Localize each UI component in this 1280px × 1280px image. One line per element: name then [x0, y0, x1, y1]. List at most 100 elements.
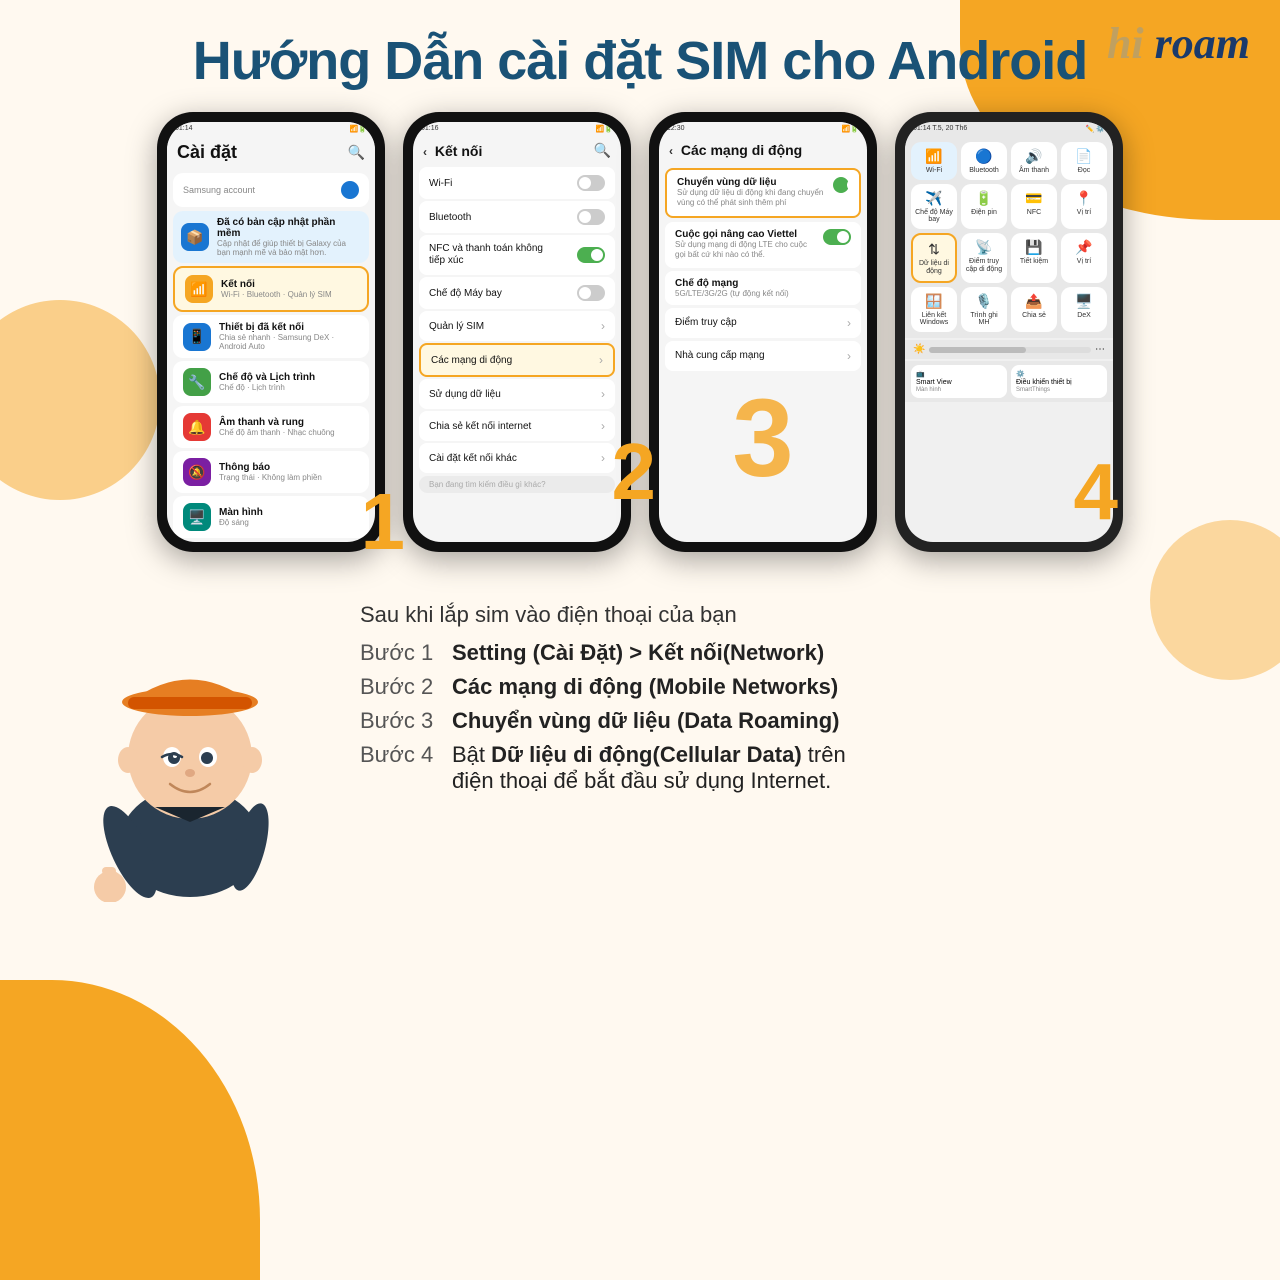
samsung-account-avatar	[341, 181, 359, 199]
qs-doc-icon: 📄	[1075, 148, 1092, 165]
qs-airplane[interactable]: ✈️ Chế độ Máy bay	[911, 184, 957, 229]
back-arrow-icon2[interactable]: ‹	[669, 144, 673, 158]
qs-record[interactable]: 🎙️ Trình ghi MH	[961, 287, 1007, 332]
thongbao-text: Thông báo Trạng thái · Không làm phiền	[219, 462, 322, 482]
qs-pin[interactable]: 📌 Vị trí	[1061, 233, 1107, 283]
qs-save[interactable]: 💾 Tiết kiệm	[1011, 233, 1057, 283]
settings-item-manhinh[interactable]: 🖥️ Màn hình Độ sáng	[173, 496, 369, 538]
qs-wifi[interactable]: 📶 Wi-Fi	[911, 142, 957, 180]
phone4-time: 01:14 T.5, 20 Th6	[913, 125, 967, 133]
settings-item-ketno[interactable]: 📶 Kết nối Wi-Fi · Bluetooth · Quản lý SI…	[173, 266, 369, 312]
phone3-statusbar: 12:30 📶🔋	[659, 122, 867, 136]
phone1-titlebar: Cài đặt 🔍	[167, 136, 375, 169]
setting-mobile-networks[interactable]: Các mạng di động ›	[419, 343, 615, 377]
qs-row3: ⇅ Dữ liệu di động 📡 Điểm truy cập di độn…	[911, 233, 1107, 283]
step-line-4: Bước 4 Bật Dữ liệu di động(Cellular Data…	[360, 742, 1230, 794]
bluetooth-label: Bluetooth	[429, 212, 471, 223]
bottom-section: Sau khi lắp sim vào điện thoại của bạn B…	[30, 582, 1250, 907]
qs-hotspot-icon: 📡	[975, 239, 992, 256]
phone4-wrapper: 01:14 T.5, 20 Th6 ✏️ ⚙️ 📶 Wi-Fi 🔵	[895, 112, 1123, 552]
smart-things[interactable]: ⚙️ Điều khiển thiết bị SmartThings	[1011, 365, 1107, 398]
quick-settings: 📶 Wi-Fi 🔵 Bluetooth 🔊 Âm thanh	[905, 136, 1113, 338]
setting-more[interactable]: Cài đặt kết nối khác ›	[419, 443, 615, 473]
phone2-search-icon[interactable]: 🔍	[594, 142, 611, 159]
qs-battery[interactable]: 🔋 Điện pin	[961, 184, 1007, 229]
setting-network-mode[interactable]: Chế độ mạng 5G/LTE/3G/2G (tự động kết nố…	[665, 271, 861, 305]
phone1-screen: 01:14 📶🔋 Cài đặt 🔍 Samsung account	[167, 122, 375, 542]
settings-item-update[interactable]: 📦 Đã có bản cập nhật phần mềm Cập nhật đ…	[173, 211, 369, 263]
settings-item-cheodo[interactable]: 🔧 Chế độ và Lịch trình Chế độ · Lịch trì…	[173, 361, 369, 403]
phone1-screen-title: Cài đặt	[177, 142, 237, 163]
qs-mobile-data[interactable]: ⇅ Dữ liệu di động	[911, 233, 957, 283]
amthanh-icon: 🔔	[183, 413, 211, 441]
qs-sound-label: Âm thanh	[1019, 167, 1049, 174]
buoc1-desc: Setting (Cài Đặt) > Kết nối(Network)	[452, 640, 824, 666]
setting-data-usage[interactable]: Sử dụng dữ liệu ›	[419, 379, 615, 409]
brightness-more[interactable]: ⋯	[1095, 344, 1105, 355]
samsung-account-text: Samsung account	[183, 185, 255, 195]
qs-dex[interactable]: 🖥️ DeX	[1061, 287, 1107, 332]
setting-airplane[interactable]: Chế độ Máy bay	[419, 277, 615, 309]
smart-view[interactable]: 📺 Smart View Màn hình	[911, 365, 1007, 398]
brightness-area: ☀️ ⋯	[905, 340, 1113, 359]
phone2-time: 01:16	[421, 125, 439, 133]
qs-loc[interactable]: 📍 Vị trí	[1061, 184, 1107, 229]
setting-carrier[interactable]: Nhà cung cấp mạng ›	[665, 341, 861, 371]
qs-nfc-label: NFC	[1027, 209, 1041, 216]
phone1-search-icon[interactable]: 🔍	[348, 144, 365, 161]
brightness-slider[interactable]	[929, 347, 1091, 353]
mobile-networks-arrow: ›	[599, 353, 603, 367]
roaming-toggle[interactable]	[833, 177, 849, 193]
ketno-icon: 📶	[185, 275, 213, 303]
qs-hotspot[interactable]: 📡 Điểm truy cập di động	[961, 233, 1007, 283]
setting-apn[interactable]: Điểm truy cập ›	[665, 308, 861, 338]
phone2-mockup: 01:16 📶🔋 ‹ Kết nối 🔍 Wi-Fi	[403, 112, 631, 552]
setting-sim[interactable]: Quản lý SIM ›	[419, 311, 615, 341]
qs-windows-label: Liên kết Windows	[915, 312, 953, 326]
setting-data-roaming[interactable]: Chuyển vùng dữ liệu Sử dụng dữ liệu di đ…	[665, 168, 861, 218]
airplane-toggle[interactable]	[577, 285, 605, 301]
qs-mobile-data-icon: ⇅	[928, 241, 940, 258]
qs-loc-label: Vị trí	[1077, 209, 1091, 216]
more-arrow: ›	[601, 451, 605, 465]
update-text: Đã có bản cập nhật phần mềm Cập nhật để …	[217, 217, 361, 257]
phone3-time: 12:30	[667, 125, 685, 133]
setting-bluetooth[interactable]: Bluetooth	[419, 201, 615, 233]
device-text: Thiết bị đã kết nối Chia sẻ nhanh · Sams…	[219, 322, 359, 351]
settings-item-device[interactable]: 📱 Thiết bị đã kết nối Chia sẻ nhanh · Sa…	[173, 315, 369, 358]
phone1-statusbar: 01:14 📶🔋	[167, 122, 375, 136]
qs-nfc[interactable]: 💳 NFC	[1011, 184, 1057, 229]
qs-row1: 📶 Wi-Fi 🔵 Bluetooth 🔊 Âm thanh	[911, 142, 1107, 180]
bluetooth-toggle[interactable]	[577, 209, 605, 225]
setting-volte[interactable]: Cuộc gọi nâng cao Viettel Sử dụng mạng d…	[665, 222, 861, 268]
settings-item-thongbao[interactable]: 🔕 Thông báo Trạng thái · Không làm phiền	[173, 451, 369, 493]
phone2-screen: 01:16 📶🔋 ‹ Kết nối 🔍 Wi-Fi	[413, 122, 621, 542]
instructions-area: Sau khi lắp sim vào điện thoại của bạn B…	[360, 582, 1230, 802]
setting-wifi[interactable]: Wi-Fi	[419, 167, 615, 199]
step-line-1: Bước 1 Setting (Cài Đặt) > Kết nối(Netwo…	[360, 640, 1230, 666]
qs-bluetooth[interactable]: 🔵 Bluetooth	[961, 142, 1007, 180]
phone2-status-icons: 📶🔋	[596, 125, 613, 133]
back-arrow-icon[interactable]: ‹	[423, 145, 427, 159]
setting-hotspot[interactable]: Chia sẻ kết nối internet ›	[419, 411, 615, 441]
settings-item-amthanh[interactable]: 🔔 Âm thanh và rung Chế độ âm thanh · Nhạ…	[173, 406, 369, 448]
setting-nfc[interactable]: NFC và thanh toán không tiếp xúc	[419, 235, 615, 275]
buoc1-label: Bước 1	[360, 640, 440, 666]
phone2-search[interactable]: Bạn đang tìm kiếm điều gì khác?	[419, 476, 615, 493]
nfc-toggle[interactable]	[577, 247, 605, 263]
qs-doc[interactable]: 📄 Đọc	[1061, 142, 1107, 180]
volte-toggle[interactable]	[823, 229, 851, 245]
qs-pin-label: Vị trí	[1077, 258, 1091, 265]
phone4-statusbar: 01:14 T.5, 20 Th6 ✏️ ⚙️	[905, 122, 1113, 136]
step-line-2: Bước 2 Các mạng di động (Mobile Networks…	[360, 674, 1230, 700]
qs-share[interactable]: 📤 Chia sẻ	[1011, 287, 1057, 332]
step3-overlay: 3	[732, 375, 793, 502]
wifi-toggle[interactable]	[577, 175, 605, 191]
qs-airplane-icon: ✈️	[925, 190, 942, 207]
phone2-titlebar: ‹ Kết nối 🔍	[413, 136, 621, 165]
qs-windows[interactable]: 🪟 Liên kết Windows	[911, 287, 957, 332]
qs-sound[interactable]: 🔊 Âm thanh	[1011, 142, 1057, 180]
qs-record-icon: 🎙️	[975, 293, 992, 310]
step-line-3: Bước 3 Chuyển vùng dữ liệu (Data Roaming…	[360, 708, 1230, 734]
smart-view-icon: 📺	[916, 370, 1002, 378]
